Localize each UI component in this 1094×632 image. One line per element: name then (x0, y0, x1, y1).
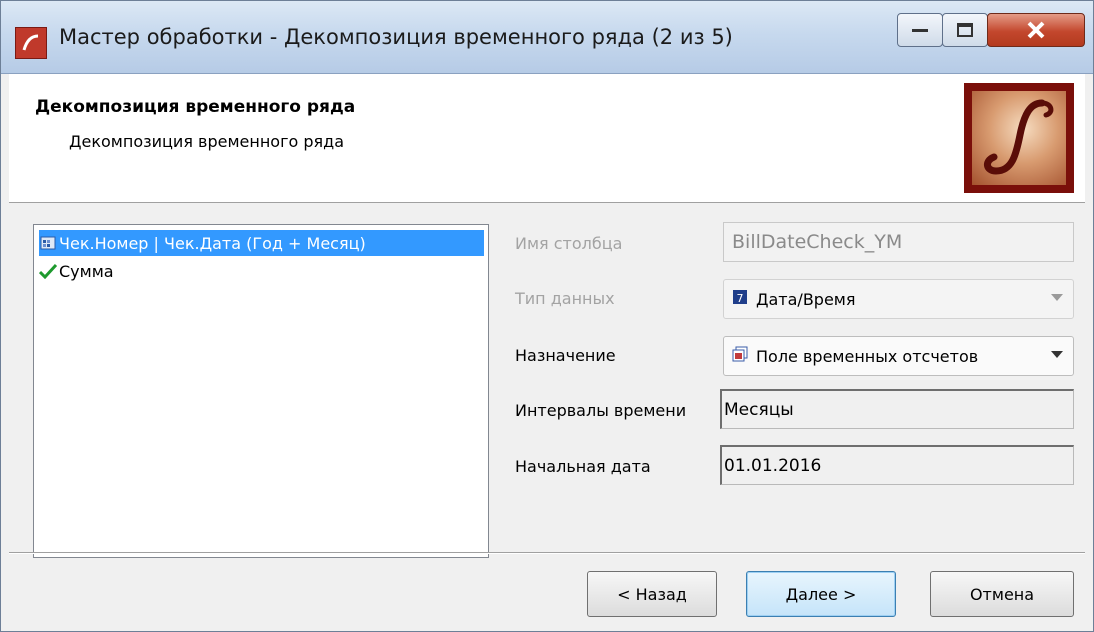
wizard-window: Мастер обработки - Декомпозиция временно… (0, 0, 1094, 632)
start-date-field[interactable]: 01.01.2016 (720, 445, 1074, 485)
app-icon (15, 27, 47, 59)
calendar-pages-icon (732, 346, 756, 366)
title-bar[interactable]: Мастер обработки - Декомпозиция временно… (1, 1, 1093, 74)
data-type-label: Тип данных (515, 289, 615, 308)
footer-divider (9, 552, 1085, 554)
date-field-icon (39, 234, 57, 252)
column-name-label: Имя столбца (515, 234, 623, 253)
start-date-label: Начальная дата (515, 457, 651, 476)
chevron-down-icon (1051, 351, 1063, 358)
page-title: Декомпозиция временного ряда (35, 97, 356, 117)
cancel-button[interactable]: Отмена (930, 571, 1074, 617)
purpose-label: Назначение (515, 346, 616, 365)
time-intervals-field[interactable]: Месяцы (720, 389, 1074, 429)
page-subtitle: Декомпозиция временного ряда (69, 132, 345, 151)
column-name-field[interactable]: BillDateCheck_YM (723, 222, 1074, 262)
calendar-icon: 7 (732, 289, 756, 309)
checkmark-icon (39, 262, 57, 280)
list-item[interactable]: Сумма (39, 258, 114, 284)
wizard-header: Декомпозиция временного ряда Декомпозици… (9, 74, 1085, 203)
minimize-button[interactable] (897, 13, 943, 47)
list-item[interactable]: Чек.Номер | Чек.Дата (Год + Месяц) (39, 230, 484, 256)
svg-text:7: 7 (737, 292, 744, 305)
app-logo (964, 83, 1074, 193)
purpose-value: Поле временных отсчетов (756, 346, 979, 366)
back-button[interactable]: < Назад (587, 571, 717, 617)
maximize-button[interactable] (942, 13, 988, 47)
wizard-body: Декомпозиция временного ряда Декомпозици… (9, 74, 1085, 625)
data-type-value: Дата/Время (756, 289, 856, 309)
data-type-select[interactable]: 7 Дата/Время (723, 279, 1074, 319)
next-button[interactable]: Далее > (746, 571, 896, 617)
time-intervals-label: Интервалы времени (515, 401, 687, 420)
purpose-select[interactable]: Поле временных отсчетов (723, 336, 1074, 376)
fields-listbox[interactable]: Чек.Номер | Чек.Дата (Год + Месяц) Сумма (33, 224, 489, 558)
window-title: Мастер обработки - Декомпозиция временно… (59, 25, 733, 49)
close-icon (1027, 21, 1045, 39)
list-item-label: Сумма (59, 261, 114, 281)
list-item-label: Чек.Номер | Чек.Дата (Год + Месяц) (59, 233, 366, 253)
close-button[interactable] (987, 13, 1085, 47)
chevron-down-icon (1051, 294, 1063, 301)
